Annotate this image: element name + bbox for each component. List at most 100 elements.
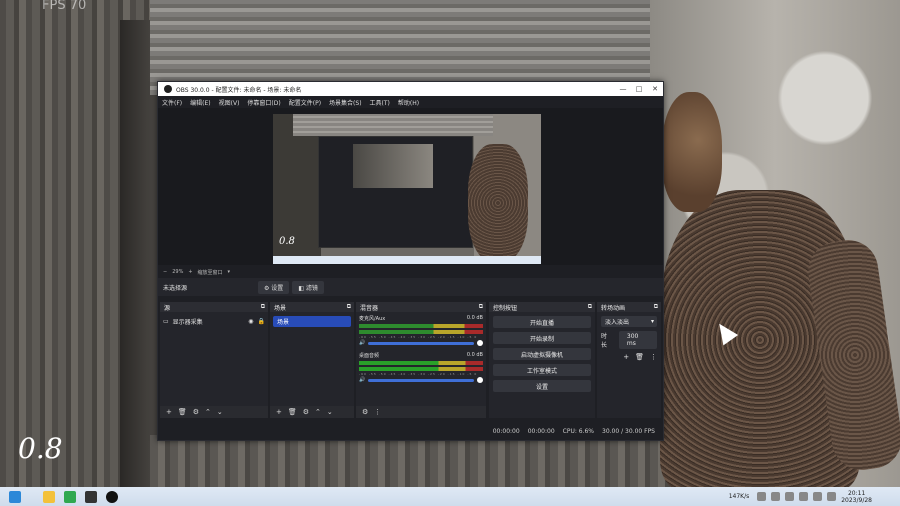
stream-time: 00:00:00 xyxy=(492,427,520,435)
meter-ticks: -60 -55 -50 -45 -40 -35 -30 -25 -20 -15 … xyxy=(359,335,478,339)
start-streaming-button[interactable]: 开始直播 xyxy=(493,316,591,328)
dock-icon[interactable]: ⧉ xyxy=(479,303,483,311)
zoom-dropdown-icon[interactable]: ▾ xyxy=(228,269,231,275)
zoom-out-button[interactable]: − xyxy=(163,269,167,275)
channel-db: 0.0 dB xyxy=(466,352,483,358)
zoom-in-button[interactable]: + xyxy=(188,269,192,275)
dock-icon[interactable]: ⧉ xyxy=(654,303,658,311)
scenes-title: 场景 xyxy=(274,304,287,312)
volume-knob[interactable] xyxy=(477,340,483,346)
duration-input[interactable]: 300 ms xyxy=(618,331,657,349)
volume-row: 🔊 xyxy=(359,340,483,346)
windows-taskbar: 147K/s 20:11 2023/9/28 xyxy=(0,487,900,506)
cpu-usage: CPU: 6.6% xyxy=(562,427,595,435)
source-item-label: 显示器采集 xyxy=(172,319,203,326)
preview-area[interactable]: 0.8 xyxy=(158,108,663,265)
scene-settings-button[interactable]: ⚙ xyxy=(303,408,309,416)
sources-header: 源 ⧉ xyxy=(160,302,268,312)
lock-icon[interactable]: 🔒 xyxy=(258,318,265,325)
mixer-channel: 麦克风/Aux 0.0 dB -60 -55 -50 -45 -40 -35 -… xyxy=(359,315,483,346)
browser-icon[interactable] xyxy=(64,490,76,503)
source-settings-button[interactable]: ⚙ xyxy=(193,408,199,416)
transitions-panel: 转场动画 ⧉ 淡入淡出 ▾ 时长 300 ms + 🗑 ⋮ xyxy=(597,302,661,418)
tray-icon[interactable] xyxy=(799,492,809,501)
creature-head xyxy=(662,92,722,212)
transitions-title: 转场动画 xyxy=(601,304,626,312)
tray-icon[interactable] xyxy=(757,492,767,501)
minimize-button[interactable]: — xyxy=(615,85,631,93)
tray-icon[interactable] xyxy=(785,492,795,501)
mixer-menu-button[interactable]: ⋮ xyxy=(374,408,381,416)
transition-menu-button[interactable]: ⋮ xyxy=(650,353,657,361)
filters-label: 滤镜 xyxy=(305,284,318,292)
dock-icon[interactable]: ⧉ xyxy=(261,303,265,311)
menu-help[interactable]: 帮助(H) xyxy=(394,98,423,107)
maximize-button[interactable]: □ xyxy=(631,85,647,93)
obs-taskbar-icon[interactable] xyxy=(106,490,118,503)
dock-icon[interactable]: ⧉ xyxy=(588,303,592,311)
preview-scale-label: 0.8 xyxy=(279,236,295,247)
move-up-button[interactable]: ⌃ xyxy=(205,408,211,416)
scene-item[interactable]: 场景 xyxy=(273,316,351,327)
preview-creature xyxy=(468,144,528,262)
zoom-mode[interactable]: 缩放至窗口 xyxy=(198,269,223,276)
record-time: 00:00:00 xyxy=(527,427,555,435)
menu-edit[interactable]: 编辑(E) xyxy=(186,98,214,107)
transition-select[interactable]: 淡入淡出 ▾ xyxy=(601,316,657,327)
properties-button[interactable]: ⚙ 设置 xyxy=(258,280,290,294)
menu-scene-collection[interactable]: 场景集合(S) xyxy=(325,98,366,107)
controls-panel: 控制按钮 ⧉ 开始直播 开始录制 启动虚拟摄像机 工作室模式 设置 xyxy=(489,302,595,418)
menu-profile[interactable]: 配置文件(P) xyxy=(285,98,325,107)
start-recording-button[interactable]: 开始录制 xyxy=(493,332,591,344)
preview-taskbar xyxy=(273,256,541,264)
tray-icon[interactable] xyxy=(813,492,823,501)
menu-file[interactable]: 文件(F) xyxy=(158,98,186,107)
move-up-button[interactable]: ⌃ xyxy=(315,408,321,416)
volume-slider[interactable] xyxy=(368,341,474,345)
move-down-button[interactable]: ⌄ xyxy=(327,408,333,416)
channel-db: 0.0 dB xyxy=(466,315,483,321)
volume-slider[interactable] xyxy=(368,378,474,382)
filters-button[interactable]: ◧ 滤镜 xyxy=(292,280,324,294)
status-bar: 00:00:00 00:00:00 CPU: 6.6% 30.00 / 30.0… xyxy=(158,422,663,440)
game-icon[interactable] xyxy=(85,490,97,503)
tray-icon[interactable] xyxy=(771,492,781,501)
start-virtual-camera-button[interactable]: 启动虚拟摄像机 xyxy=(493,348,591,360)
move-down-button[interactable]: ⌄ xyxy=(217,408,223,416)
remove-transition-button[interactable]: 🗑 xyxy=(635,353,644,361)
remove-source-button[interactable]: 🗑 xyxy=(178,408,187,416)
properties-label: 设置 xyxy=(271,284,284,292)
speaker-icon[interactable]: 🔊 xyxy=(359,340,365,346)
program-preview[interactable]: 0.8 xyxy=(273,114,541,264)
remove-scene-button[interactable]: 🗑 xyxy=(288,408,297,416)
add-transition-button[interactable]: + xyxy=(623,353,629,361)
render-scale-label: 0.8 xyxy=(18,432,63,465)
volume-knob[interactable] xyxy=(477,377,483,383)
system-clock[interactable]: 20:11 2023/9/28 xyxy=(841,490,872,504)
transition-selected: 淡入淡出 xyxy=(605,319,630,326)
zoom-level: 29% xyxy=(172,269,184,275)
title-bar[interactable]: OBS 30.0.0 - 配置文件: 未命名 - 场景: 未命名 — □ ✕ xyxy=(158,82,663,96)
monitor-icon: ▭ xyxy=(163,318,169,325)
settings-button[interactable]: 设置 xyxy=(493,380,591,392)
tray-icon[interactable] xyxy=(827,492,837,501)
dock-icon[interactable]: ⧉ xyxy=(347,303,351,311)
source-item[interactable]: ▭ 显示器采集 ◉ 🔒 xyxy=(163,316,265,327)
mixer-settings-button[interactable]: ⚙ xyxy=(362,408,368,416)
menu-docks[interactable]: 停靠窗口(D) xyxy=(243,98,284,107)
menu-tools[interactable]: 工具(T) xyxy=(366,98,394,107)
add-scene-button[interactable]: + xyxy=(276,408,282,416)
studio-mode-button[interactable]: 工作室模式 xyxy=(493,364,591,376)
duration-label: 时长 xyxy=(601,333,608,349)
obs-window[interactable]: OBS 30.0.0 - 配置文件: 未命名 - 场景: 未命名 — □ ✕ 文… xyxy=(157,81,664,441)
speaker-icon[interactable]: 🔊 xyxy=(359,377,365,383)
eye-icon[interactable]: ◉ xyxy=(248,318,253,325)
start-icon[interactable] xyxy=(9,490,21,503)
file-explorer-icon[interactable] xyxy=(43,490,55,503)
mixer-channel: 桌面音频 0.0 dB -60 -55 -50 -45 -40 -35 -30 … xyxy=(359,352,483,383)
close-button[interactable]: ✕ xyxy=(647,85,663,93)
add-source-button[interactable]: + xyxy=(166,408,172,416)
zoom-bar: − 29% + 缩放至窗口 ▾ xyxy=(158,267,663,277)
clock-date: 2023/9/28 xyxy=(841,496,872,504)
menu-view[interactable]: 视图(V) xyxy=(215,98,244,107)
